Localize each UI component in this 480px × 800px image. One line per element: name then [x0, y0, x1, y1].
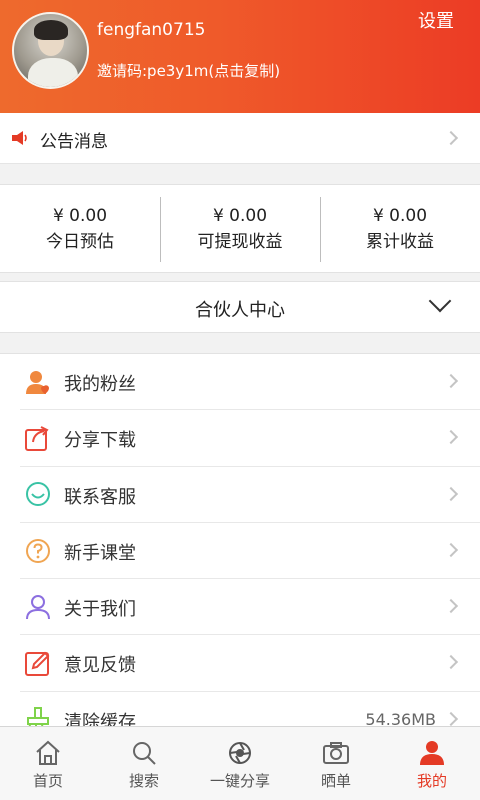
menu-item-service[interactable]: 联系客服	[0, 467, 480, 524]
customer-service-icon	[26, 481, 50, 506]
earning-label: 可提现收益	[197, 232, 283, 252]
share-icon	[25, 426, 49, 452]
bottom-tab-bar: 首页 搜索 一键分享 晒单 我的	[0, 726, 480, 800]
menu-item-fans[interactable]: 我的粉丝	[0, 354, 480, 411]
menu-item-clear-cache[interactable]: 清除缓存 54.36MB	[0, 692, 480, 726]
earning-total[interactable]: ¥ 0.00 累计收益	[320, 185, 480, 272]
cache-size: 54.36MB	[365, 709, 436, 726]
menu-label: 联系客服	[64, 486, 136, 508]
chevron-right-icon	[443, 542, 459, 557]
notice-label: 公告消息	[40, 132, 108, 152]
chevron-right-icon	[443, 373, 459, 389]
chevron-right-icon	[443, 430, 459, 445]
earning-label: 累计收益	[366, 232, 434, 252]
camera-icon	[323, 742, 349, 764]
menu-item-about[interactable]: 关于我们	[0, 579, 480, 636]
username: fengfan0715	[97, 20, 206, 40]
menu-item-share[interactable]: 分享下载	[0, 410, 480, 467]
earning-today[interactable]: ¥ 0.00 今日预估	[0, 185, 160, 272]
invite-code[interactable]: 邀请码:pe3y1m(点击复制)	[97, 60, 280, 81]
chevron-right-icon	[443, 599, 459, 614]
earning-withdrawable[interactable]: ¥ 0.00 可提现收益	[160, 185, 320, 272]
tab-post[interactable]: 晒单	[288, 727, 384, 800]
menu-label: 清除缓存	[64, 711, 136, 726]
menu-list: 我的粉丝 分享下载 联系客服 新手课堂 关于我们 意见反馈 清除缓存 54.36…	[0, 353, 480, 726]
tab-label: 晒单	[320, 772, 351, 790]
tab-share[interactable]: 一键分享	[192, 727, 288, 800]
earning-amount: ¥ 0.00	[372, 206, 428, 226]
menu-item-class[interactable]: 新手课堂	[0, 523, 480, 580]
menu-item-feedback[interactable]: 意见反馈	[0, 635, 480, 693]
menu-label: 我的粉丝	[64, 374, 136, 395]
user-icon	[420, 741, 444, 765]
help-icon	[26, 538, 50, 563]
speaker-icon	[12, 131, 27, 145]
tab-home[interactable]: 首页	[0, 727, 96, 800]
home-icon	[36, 740, 60, 765]
user-outline-icon	[26, 595, 50, 620]
earning-amount: ¥ 0.00	[212, 206, 268, 226]
earning-amount: ¥ 0.00	[52, 206, 108, 226]
menu-label: 新手课堂	[64, 542, 136, 564]
partner-center-label: 合伙人中心	[195, 300, 285, 321]
earnings-panel: ¥ 0.00 今日预估 ¥ 0.00 可提现收益 ¥ 0.00 累计收益	[0, 184, 480, 273]
chevron-right-icon	[443, 130, 459, 146]
tab-label: 搜索	[128, 772, 159, 790]
earning-label: 今日预估	[46, 232, 114, 252]
menu-label: 分享下载	[64, 430, 136, 452]
edit-icon	[25, 652, 50, 677]
search-icon	[133, 742, 156, 765]
chevron-right-icon	[443, 486, 459, 501]
chevron-right-icon	[443, 711, 459, 726]
avatar[interactable]	[12, 12, 89, 89]
menu-label: 意见反馈	[64, 655, 136, 677]
settings-button[interactable]: 设置	[418, 7, 454, 33]
chevron-right-icon	[443, 655, 459, 670]
aperture-icon	[229, 742, 251, 764]
broom-icon	[27, 706, 49, 726]
menu-label: 关于我们	[64, 599, 136, 621]
partner-center-row[interactable]: 合伙人中心	[0, 281, 480, 333]
tab-search[interactable]: 搜索	[96, 727, 192, 800]
profile-header: fengfan0715 邀请码:pe3y1m(点击复制) 设置	[0, 0, 480, 113]
fans-icon	[26, 371, 49, 394]
tab-label: 一键分享	[209, 772, 270, 790]
notice-row[interactable]: 公告消息	[0, 113, 480, 164]
tab-mine[interactable]: 我的	[384, 727, 480, 800]
tab-label: 首页	[32, 772, 63, 790]
tab-label: 我的	[416, 772, 447, 790]
